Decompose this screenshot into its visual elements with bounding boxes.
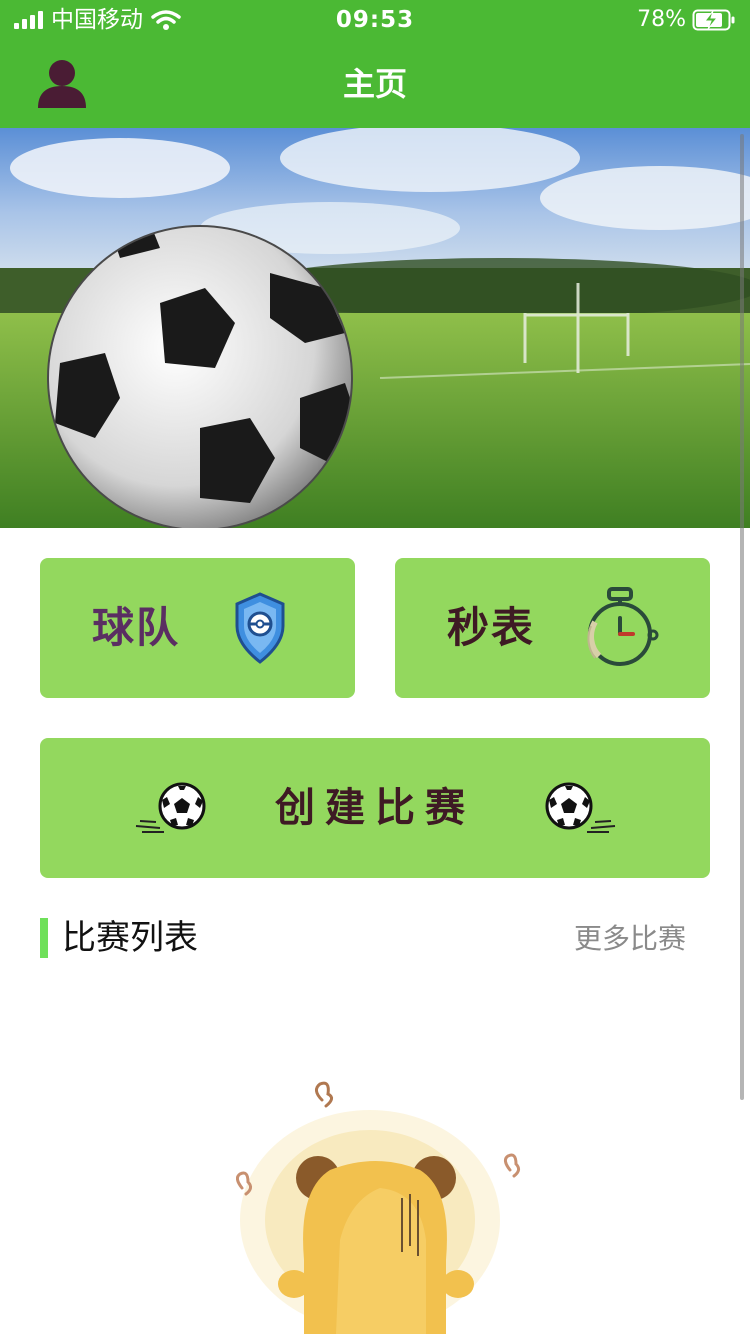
match-list-title: 比赛列表 xyxy=(62,918,198,958)
empty-state-illustration xyxy=(220,1070,540,1334)
stopwatch-label: 秒表 xyxy=(447,603,536,652)
bear-illustration xyxy=(235,1081,521,1334)
create-match-button[interactable]: 创建比赛 xyxy=(40,738,710,878)
battery-charging-icon xyxy=(692,9,735,31)
soccer-field-banner xyxy=(0,128,750,528)
battery-percent: 78% xyxy=(637,7,686,32)
soccer-ball-icon xyxy=(545,782,616,833)
status-right: 78% xyxy=(637,7,736,33)
status-bar: 中国移动 09:53 78% xyxy=(0,0,750,40)
page-title: 主页 xyxy=(342,65,407,103)
nav-bar: 主页 xyxy=(0,40,750,128)
more-matches-link[interactable]: 更多比赛 xyxy=(574,920,686,958)
shield-pokeball-icon xyxy=(235,592,285,664)
scrollbar[interactable] xyxy=(740,134,744,1100)
app-header: 中国移动 09:53 78% 主页 xyxy=(0,0,750,128)
team-label: 球队 xyxy=(92,603,181,652)
stopwatch-icon xyxy=(587,587,659,666)
stopwatch-button[interactable]: 秒表 xyxy=(395,558,710,698)
team-button[interactable]: 球队 xyxy=(40,558,355,698)
section-accent-bar xyxy=(40,918,48,958)
banner-image xyxy=(0,128,750,528)
